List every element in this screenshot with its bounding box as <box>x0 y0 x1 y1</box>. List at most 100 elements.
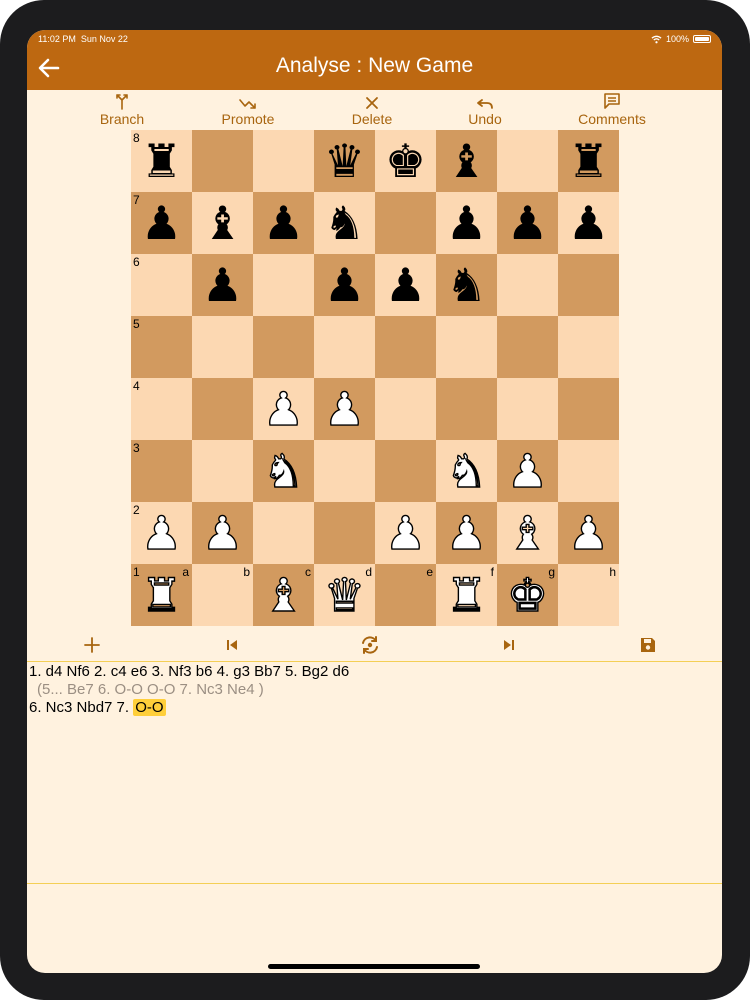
square-e3[interactable] <box>375 440 436 502</box>
square-a6[interactable]: 6 <box>131 254 192 316</box>
white-piece[interactable]: ♟ <box>323 385 366 432</box>
white-piece[interactable]: ♟ <box>140 509 183 556</box>
square-b1[interactable]: b <box>192 564 253 626</box>
square-h6[interactable] <box>558 254 619 316</box>
black-piece[interactable]: ♟ <box>507 200 548 246</box>
square-b5[interactable] <box>192 316 253 378</box>
black-piece[interactable]: ♜ <box>568 138 609 184</box>
black-piece[interactable]: ♟ <box>141 200 182 246</box>
square-c8[interactable] <box>253 130 314 192</box>
square-b6[interactable]: ♟ <box>192 254 253 316</box>
square-e7[interactable] <box>375 192 436 254</box>
undo-button[interactable]: Undo <box>435 90 535 130</box>
first-move-button[interactable] <box>219 632 245 658</box>
square-f8[interactable]: ♝ <box>436 130 497 192</box>
black-piece[interactable]: ♝ <box>202 200 243 246</box>
square-b2[interactable]: ♟ <box>192 502 253 564</box>
black-piece[interactable]: ♟ <box>446 200 487 246</box>
white-piece[interactable]: ♞ <box>445 447 488 494</box>
square-f1[interactable]: f ♜ <box>436 564 497 626</box>
white-piece[interactable]: ♟ <box>567 509 610 556</box>
square-a1[interactable]: 1 a ♜ <box>131 564 192 626</box>
square-a2[interactable]: 2 ♟ <box>131 502 192 564</box>
square-d5[interactable] <box>314 316 375 378</box>
black-piece[interactable]: ♟ <box>263 200 304 246</box>
square-b8[interactable] <box>192 130 253 192</box>
square-d3[interactable] <box>314 440 375 502</box>
square-d1[interactable]: d ♛ <box>314 564 375 626</box>
flip-board-button[interactable] <box>357 632 383 658</box>
square-f7[interactable]: ♟ <box>436 192 497 254</box>
black-piece[interactable]: ♟ <box>385 262 426 308</box>
square-h1[interactable]: h <box>558 564 619 626</box>
square-f5[interactable] <box>436 316 497 378</box>
square-a4[interactable]: 4 <box>131 378 192 440</box>
square-a7[interactable]: 7 ♟ <box>131 192 192 254</box>
black-piece[interactable]: ♞ <box>324 200 365 246</box>
square-c2[interactable] <box>253 502 314 564</box>
variation-line[interactable]: (5... Be7 6. O-O O-O 7. Nc3 Ne4 ) <box>29 681 719 699</box>
square-f3[interactable]: ♞ <box>436 440 497 502</box>
square-f6[interactable]: ♞ <box>436 254 497 316</box>
move-line-1[interactable]: 1. d4 Nf6 2. c4 e6 3. Nf3 b6 4. g3 Bb7 5… <box>29 663 719 681</box>
square-g3[interactable]: ♟ <box>497 440 558 502</box>
black-piece[interactable]: ♝ <box>446 138 487 184</box>
square-e1[interactable]: e <box>375 564 436 626</box>
white-piece[interactable]: ♝ <box>262 571 305 618</box>
white-piece[interactable]: ♛ <box>323 571 366 618</box>
square-a5[interactable]: 5 <box>131 316 192 378</box>
square-f2[interactable]: ♟ <box>436 502 497 564</box>
black-piece[interactable]: ♞ <box>446 262 487 308</box>
square-d6[interactable]: ♟ <box>314 254 375 316</box>
square-d2[interactable] <box>314 502 375 564</box>
square-b4[interactable] <box>192 378 253 440</box>
add-button[interactable] <box>79 632 105 658</box>
square-e5[interactable] <box>375 316 436 378</box>
square-e6[interactable]: ♟ <box>375 254 436 316</box>
square-g1[interactable]: g ♚ <box>497 564 558 626</box>
white-piece[interactable]: ♟ <box>506 447 549 494</box>
square-h3[interactable] <box>558 440 619 502</box>
square-d4[interactable]: ♟ <box>314 378 375 440</box>
white-piece[interactable]: ♚ <box>506 571 549 618</box>
square-b7[interactable]: ♝ <box>192 192 253 254</box>
square-h2[interactable]: ♟ <box>558 502 619 564</box>
square-c3[interactable]: ♞ <box>253 440 314 502</box>
white-piece[interactable]: ♟ <box>384 509 427 556</box>
square-c5[interactable] <box>253 316 314 378</box>
square-b3[interactable] <box>192 440 253 502</box>
white-piece[interactable]: ♜ <box>445 571 488 618</box>
square-f4[interactable] <box>436 378 497 440</box>
branch-button[interactable]: Branch <box>72 90 172 130</box>
square-e2[interactable]: ♟ <box>375 502 436 564</box>
square-d7[interactable]: ♞ <box>314 192 375 254</box>
square-g5[interactable] <box>497 316 558 378</box>
square-c1[interactable]: c ♝ <box>253 564 314 626</box>
last-move-button[interactable] <box>496 632 522 658</box>
square-h4[interactable] <box>558 378 619 440</box>
promote-button[interactable]: Promote <box>198 90 298 130</box>
black-piece[interactable]: ♟ <box>324 262 365 308</box>
save-button[interactable] <box>635 632 661 658</box>
square-g7[interactable]: ♟ <box>497 192 558 254</box>
black-piece[interactable]: ♚ <box>385 138 426 184</box>
black-piece[interactable]: ♟ <box>568 200 609 246</box>
black-piece[interactable]: ♟ <box>202 262 243 308</box>
comments-button[interactable]: Comments <box>562 90 662 130</box>
delete-button[interactable]: Delete <box>322 90 422 130</box>
square-e8[interactable]: ♚ <box>375 130 436 192</box>
current-move[interactable]: O-O <box>133 699 166 716</box>
square-a8[interactable]: 8 ♜ <box>131 130 192 192</box>
square-h7[interactable]: ♟ <box>558 192 619 254</box>
square-a3[interactable]: 3 <box>131 440 192 502</box>
white-piece[interactable]: ♟ <box>445 509 488 556</box>
white-piece[interactable]: ♟ <box>201 509 244 556</box>
square-g8[interactable] <box>497 130 558 192</box>
white-piece[interactable]: ♞ <box>262 447 305 494</box>
square-c6[interactable] <box>253 254 314 316</box>
square-h5[interactable] <box>558 316 619 378</box>
square-h8[interactable]: ♜ <box>558 130 619 192</box>
white-piece[interactable]: ♟ <box>262 385 305 432</box>
white-piece[interactable]: ♝ <box>506 509 549 556</box>
black-piece[interactable]: ♛ <box>324 138 365 184</box>
